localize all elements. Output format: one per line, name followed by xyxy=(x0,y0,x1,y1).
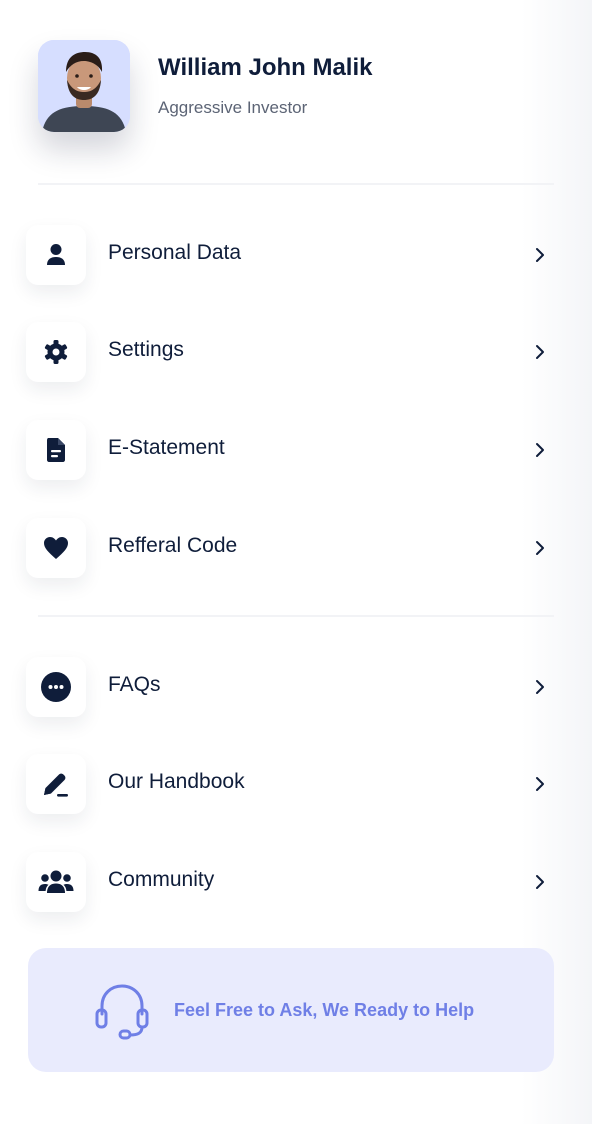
menu-item-label: Settings xyxy=(108,338,184,361)
chevron-right-icon xyxy=(536,777,544,791)
menu-item-our-handbook[interactable]: Our Handbook xyxy=(26,752,554,816)
chevron-right-icon xyxy=(536,541,544,555)
menu-item-personal-data[interactable]: Personal Data xyxy=(26,223,554,287)
profile-header: William John Malik Aggressive Investor xyxy=(38,40,558,132)
help-card[interactable]: Feel Free to Ask, We Ready to Help xyxy=(28,948,554,1072)
document-icon xyxy=(26,420,86,480)
menu-item-community[interactable]: Community xyxy=(26,850,554,914)
gear-icon xyxy=(26,322,86,382)
heart-icon xyxy=(26,518,86,578)
divider xyxy=(38,183,554,185)
more-dots-icon xyxy=(26,657,86,717)
menu-item-faqs[interactable]: FAQs xyxy=(26,655,554,719)
avatar[interactable] xyxy=(38,40,130,132)
menu-item-label: FAQs xyxy=(108,673,161,696)
help-text: Feel Free to Ask, We Ready to Help xyxy=(174,1000,475,1020)
pen-icon xyxy=(26,754,86,814)
profile-role: Aggressive Investor xyxy=(158,98,308,117)
menu-item-label: Refferal Code xyxy=(108,534,238,557)
chevron-right-icon xyxy=(536,443,544,457)
chevron-right-icon xyxy=(536,345,544,359)
menu-item-label: Our Handbook xyxy=(108,770,245,793)
menu-item-label: Personal Data xyxy=(108,241,242,264)
profile-name: William John Malik xyxy=(158,54,373,81)
users-icon xyxy=(26,852,86,912)
chevron-right-icon xyxy=(536,248,544,262)
chevron-right-icon xyxy=(536,680,544,694)
menu-item-refferal-code[interactable]: Refferal Code xyxy=(26,516,554,580)
headset-icon xyxy=(95,984,149,1040)
divider xyxy=(38,615,554,617)
user-icon xyxy=(26,225,86,285)
menu-item-settings[interactable]: Settings xyxy=(26,320,554,384)
chevron-right-icon xyxy=(536,875,544,889)
menu-item-label: Community xyxy=(108,868,215,891)
menu-item-label: E-Statement xyxy=(108,436,225,459)
menu-item-e-statement[interactable]: E-Statement xyxy=(26,418,554,482)
